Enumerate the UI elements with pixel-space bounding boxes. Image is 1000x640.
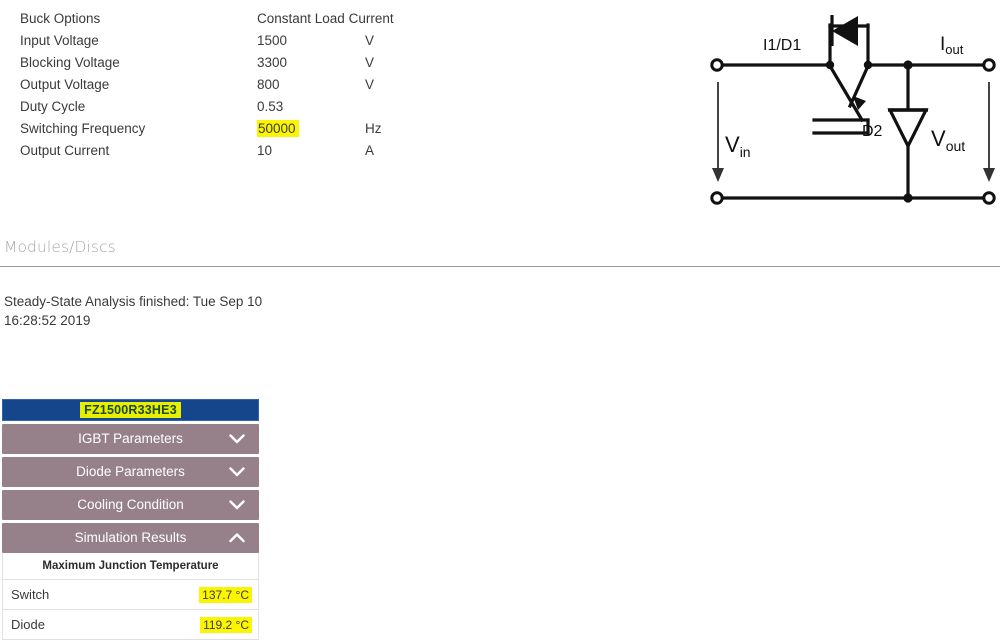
param-label: Blocking Voltage [20,55,120,70]
param-label: Output Voltage [20,77,110,92]
vin-arrow-icon [712,82,724,182]
chevron-up-icon[interactable] [229,523,245,553]
param-label: Switching Frequency [20,121,146,136]
param-label: Output Current [20,143,110,158]
terminal-output-negative [982,191,996,205]
param-unit: Hz [365,121,382,136]
table-row: Output Current 10 A [20,140,440,162]
simulation-results-body: Maximum Junction Temperature Switch 137.… [2,553,259,640]
param-value: 1500 [257,33,288,48]
device-name-label: FZ1500R33HE3 [80,402,181,418]
param-unit: V [365,55,375,70]
table-row: Input Voltage 1500 V [20,30,440,52]
label-vin: Vin [725,132,751,160]
switching-frequency-value: 50000 [257,120,299,137]
accordion-item-igbt-parameters[interactable]: IGBT Parameters [2,424,259,454]
accordion-item-diode-parameters[interactable]: Diode Parameters [2,457,259,487]
freewheeling-diode-symbol [887,108,929,150]
table-row: Switching Frequency 50000 Hz [20,118,440,140]
accordion-item-simulation-results[interactable]: Simulation Results [2,523,259,553]
accordion-label: IGBT Parameters [78,431,183,446]
param-value: 0.53 [257,99,284,114]
modules-discs-section: Modules/Discs [0,238,1000,267]
result-label: Switch [11,587,50,602]
igbt-switch-symbol [812,15,873,136]
accordion-label: Cooling Condition [77,497,184,512]
module-detail-panel: FZ1500R33HE3 IGBT Parameters Diode Param… [2,399,259,640]
buck-converter-circuit-diagram: I1/D1 D2 Iout Vin Vout [690,0,1000,220]
param-value: 10 [257,143,273,158]
buck-parameter-table: Buck Options Constant Load Current Input… [20,8,440,162]
section-heading: Modules/Discs [4,238,116,256]
panel-title-bar: FZ1500R33HE3 [2,399,259,421]
param-unit: V [365,33,375,48]
switch-junction-temperature-value: 137.7 °C [199,586,252,603]
label-vout: Vout [931,126,965,154]
table-row: Duty Cycle 0.53 [20,96,440,118]
param-unit: V [365,77,375,92]
result-label: Diode [11,617,45,632]
label-iout: Iout [940,34,964,57]
param-unit [365,96,440,118]
param-label: Input Voltage [20,33,99,48]
results-subheading: Maximum Junction Temperature [3,553,258,580]
accordion-label: Diode Parameters [76,464,185,479]
divider [0,266,1000,267]
table-row: Buck Options Constant Load Current [20,8,440,30]
vout-arrow-icon [983,82,995,182]
param-value-highlighted: 50000 [257,118,365,140]
table-row: Blocking Voltage 3300 V [20,52,440,74]
analysis-status-text: Steady-State Analysis finished: Tue Sep … [4,294,263,328]
param-label: Duty Cycle [20,99,86,114]
label-diode: D2 [862,123,883,140]
param-value: 3300 [257,55,288,70]
accordion-label: Simulation Results [74,530,187,545]
chevron-down-icon[interactable] [229,490,245,520]
param-unit: A [365,143,375,158]
param-value: 800 [257,77,280,92]
table-row: Diode 119.2 °C [3,610,258,640]
table-row: Output Voltage 800 V [20,74,440,96]
terminal-input-positive [710,58,724,72]
terminal-output-positive [982,58,996,72]
node-dot-top [903,60,913,70]
diode-junction-temperature-value: 119.2 °C [200,616,252,633]
terminal-input-negative [710,191,724,205]
param-value: Constant Load Current [257,11,394,26]
param-label: Buck Options [20,11,101,26]
node-dot-bottom [903,193,913,203]
chevron-down-icon[interactable] [229,424,245,454]
chevron-down-icon[interactable] [229,457,245,487]
table-row: Switch 137.7 °C [3,580,258,610]
accordion-item-cooling-condition[interactable]: Cooling Condition [2,490,259,520]
label-switch: I1/D1 [763,37,801,54]
